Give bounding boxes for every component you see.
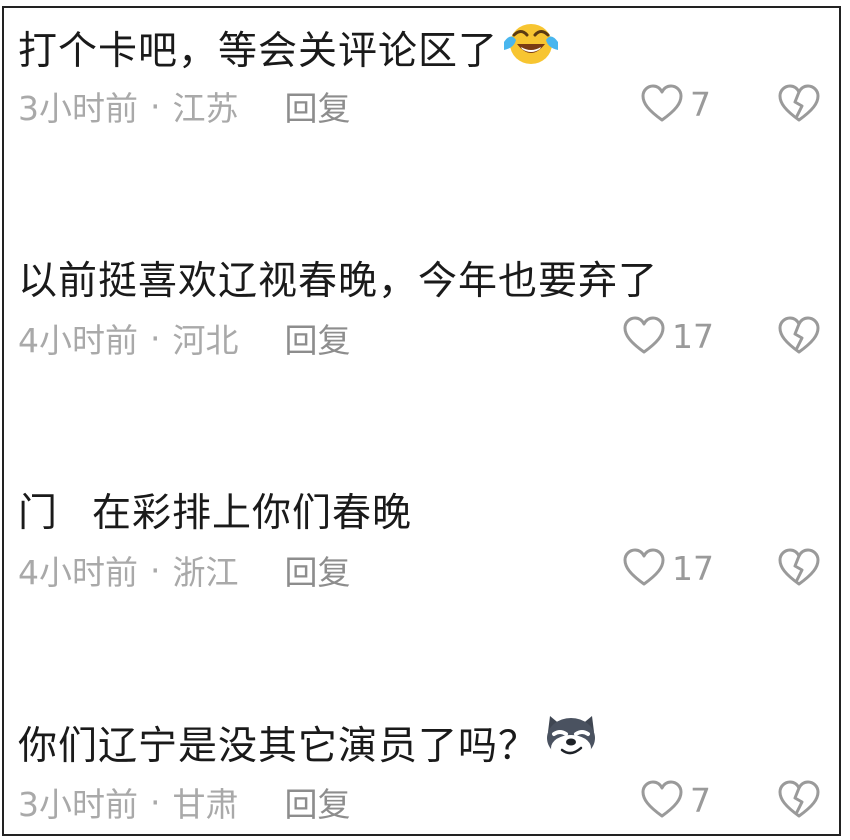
comment-location: 浙江: [172, 553, 239, 592]
like-count: 17: [672, 548, 714, 588]
meta-separator: ·: [150, 782, 161, 822]
like-count: 7: [690, 780, 711, 820]
comment-time: 4小时前: [18, 321, 138, 360]
comment-meta: 4小时前 · 浙江 回复: [18, 546, 351, 594]
comment-text-part2: 在彩排上你们春晚: [92, 491, 413, 536]
comment-location: 河北: [172, 321, 239, 360]
reply-button[interactable]: 回复: [285, 314, 351, 362]
broken-heart-icon: [777, 548, 821, 592]
like-button[interactable]: 17: [622, 316, 714, 356]
meta-separator: ·: [150, 318, 161, 358]
like-button[interactable]: 7: [640, 84, 711, 124]
heart-icon: [622, 316, 666, 356]
comment-item: 门 在彩排上你们春晚 4小时前 · 浙江 回复 17: [4, 472, 839, 612]
meta-separator: ·: [150, 86, 161, 126]
comment-text-row: 以前挺喜欢辽视春晚，今年也要弃了: [18, 250, 658, 306]
comment-item: 你们辽宁是没其它演员了吗？ 3小时前 · 甘肃 回复 7: [4, 704, 839, 834]
reply-button[interactable]: 回复: [285, 82, 351, 130]
meta-separator: ·: [150, 550, 161, 590]
comment-list: 打个卡吧，等会关评论区了 3小时前 · 江苏 回复 7 以前挺喜欢辽视春晚，今年…: [2, 6, 841, 836]
comment-text-row: 门 在彩排上你们春晚: [18, 482, 412, 538]
broken-heart-icon: [777, 84, 821, 128]
reply-button[interactable]: 回复: [285, 778, 351, 826]
reply-button[interactable]: 回复: [285, 546, 351, 594]
comment-meta: 3小时前 · 江苏 回复: [18, 82, 351, 130]
comment-item: 打个卡吧，等会关评论区了 3小时前 · 江苏 回复 7: [4, 8, 839, 148]
like-button[interactable]: 7: [640, 780, 711, 820]
smirking-wolf-emoji-icon: [542, 712, 600, 774]
comment-text: 打个卡吧，等会关评论区了: [18, 29, 499, 74]
comment-text-part1: 门: [18, 491, 59, 536]
comment-meta: 3小时前 · 甘肃 回复: [18, 778, 351, 826]
comment-time: 3小时前: [18, 89, 138, 128]
like-button[interactable]: 17: [622, 548, 714, 588]
dislike-button[interactable]: [777, 84, 821, 128]
comment-location: 江苏: [172, 89, 239, 128]
dislike-button[interactable]: [777, 780, 821, 824]
broken-heart-icon: [777, 316, 821, 360]
dislike-button[interactable]: [777, 316, 821, 360]
heart-icon: [640, 84, 684, 124]
comment-time: 4小时前: [18, 553, 138, 592]
like-count: 7: [690, 84, 711, 124]
heart-icon: [622, 548, 666, 588]
heart-icon: [640, 780, 684, 820]
comment-meta: 4小时前 · 河北 回复: [18, 314, 351, 362]
comment-item: 以前挺喜欢辽视春晚，今年也要弃了 4小时前 · 河北 回复 17: [4, 240, 839, 380]
comment-time: 3小时前: [18, 785, 138, 824]
comment-text-row: 你们辽宁是没其它演员了吗？: [18, 712, 600, 774]
dislike-button[interactable]: [777, 548, 821, 592]
comment-text: 以前挺喜欢辽视春晚，今年也要弃了: [18, 259, 659, 304]
comment-text: 你们辽宁是没其它演员了吗？: [18, 724, 539, 769]
comment-location: 甘肃: [172, 785, 239, 824]
broken-heart-icon: [777, 780, 821, 824]
like-count: 17: [672, 316, 714, 356]
crying-laughing-emoji-icon: [502, 18, 560, 78]
comment-text-row: 打个卡吧，等会关评论区了: [18, 18, 560, 78]
